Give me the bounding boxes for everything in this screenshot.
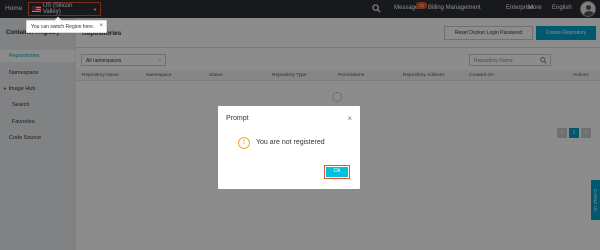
warning-icon: ! <box>238 137 250 149</box>
close-icon[interactable]: × <box>347 114 352 123</box>
dialog-title: Prompt <box>226 115 249 122</box>
close-icon[interactable]: × <box>99 23 103 29</box>
tooltip-text: You can switch Region here. <box>31 24 95 30</box>
prompt-dialog: Prompt × ! You are not registered Ok <box>218 106 360 189</box>
region-tooltip: You can switch Region here. × <box>26 20 107 33</box>
ok-button[interactable]: Ok <box>324 165 350 179</box>
ok-button-label: Ok <box>326 167 348 177</box>
dialog-message: You are not registered <box>256 139 325 146</box>
